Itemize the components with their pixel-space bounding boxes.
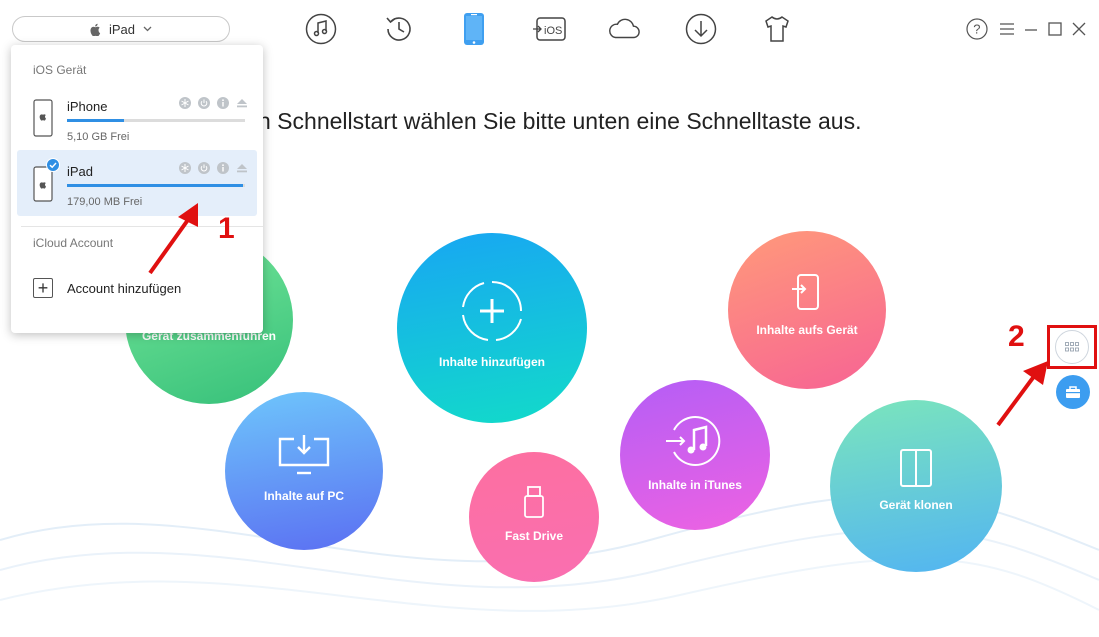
- toolkit-button[interactable]: [1056, 375, 1090, 409]
- content-to-itunes-label: Inhalte in iTunes: [648, 477, 742, 492]
- device-actions: [179, 162, 248, 174]
- device-selector-label: iPad: [108, 21, 136, 37]
- power-icon[interactable]: [198, 162, 210, 174]
- tshirt-icon[interactable]: [760, 12, 794, 46]
- fast-drive-label: Fast Drive: [504, 528, 564, 543]
- device-free-space: 5,10 GB Frei: [67, 131, 130, 143]
- ios-mover-icon[interactable]: iOS: [533, 12, 567, 46]
- help-icon[interactable]: ?: [966, 18, 988, 40]
- storage-bar: [67, 184, 245, 187]
- annotation-arrow-1: [148, 203, 198, 275]
- power-icon[interactable]: [198, 97, 210, 109]
- annotation-marker-2: 2: [1008, 320, 1025, 353]
- add-content-label: Inhalte hinzufügen: [439, 354, 545, 369]
- storage-bar-fill: [67, 184, 244, 187]
- music-icon[interactable]: [304, 12, 338, 46]
- annotation-arrow-2: [996, 361, 1048, 427]
- close-icon[interactable]: [1068, 18, 1090, 40]
- cloud-icon[interactable]: [607, 12, 641, 46]
- device-name: iPad: [67, 164, 94, 179]
- download-icon[interactable]: [684, 12, 718, 46]
- svg-text:?: ?: [973, 22, 980, 37]
- annotation-marker-1: 1: [218, 212, 235, 245]
- toolbox-icon: [1066, 386, 1080, 398]
- snowflake-icon[interactable]: [179, 97, 191, 109]
- eject-icon[interactable]: [236, 162, 248, 174]
- svg-text:iOS: iOS: [544, 25, 562, 37]
- menu-icon[interactable]: [996, 18, 1018, 40]
- add-content-button[interactable]: Inhalte hinzufügen: [397, 233, 587, 423]
- storage-bar-fill: [67, 119, 124, 122]
- content-to-device-button[interactable]: Inhalte aufs Gerät: [728, 231, 886, 389]
- snowflake-icon[interactable]: [179, 162, 191, 174]
- itunes-icon: [666, 415, 721, 466]
- content-to-itunes-button[interactable]: Inhalte in iTunes: [620, 380, 770, 530]
- computer-icon: [278, 434, 330, 474]
- plus-circle-icon: [462, 280, 522, 341]
- apple-icon: [90, 23, 101, 36]
- info-icon[interactable]: [217, 162, 229, 174]
- device-name: iPhone: [67, 99, 108, 114]
- maximize-icon[interactable]: [1044, 18, 1066, 40]
- add-account-button[interactable]: + Account hinzufügen: [33, 278, 181, 298]
- device-actions: [179, 97, 248, 109]
- page-headline: n Schnellstart wählen Sie bitte unten ei…: [258, 108, 862, 134]
- fast-drive-button[interactable]: Fast Drive: [469, 452, 599, 582]
- device-selector[interactable]: iPad: [12, 16, 230, 42]
- grid-icon: [1065, 342, 1079, 352]
- check-badge-icon: [46, 158, 60, 172]
- clone-device-button[interactable]: Gerät klonen: [830, 400, 1002, 572]
- usb-drive-icon: [524, 485, 544, 518]
- device-row-iphone[interactable]: iPhone 5,10 GB Frei: [17, 85, 257, 151]
- icloud-section-title: iCloud Account: [33, 236, 114, 250]
- device-dropdown-panel: iOS Gerät iPhone 5,10 GB Frei iPad 179,0…: [11, 45, 263, 333]
- content-to-pc-button[interactable]: Inhalte auf PC: [225, 392, 383, 550]
- plus-icon: +: [33, 278, 53, 298]
- tile-view-button[interactable]: [1055, 330, 1089, 364]
- clone-icon: [900, 448, 932, 487]
- history-icon[interactable]: [382, 12, 416, 46]
- device-row-ipad[interactable]: iPad 179,00 MB Frei: [17, 150, 257, 216]
- ios-section-title: iOS Gerät: [33, 63, 87, 77]
- content-to-device-label: Inhalte aufs Gerät: [756, 322, 858, 337]
- phone-icon: [33, 99, 53, 137]
- add-account-label: Account hinzufügen: [67, 280, 182, 296]
- minimize-icon[interactable]: [1020, 18, 1042, 40]
- to-device-icon: [792, 273, 819, 310]
- clone-device-label: Gerät klonen: [879, 497, 953, 512]
- content-to-pc-label: Inhalte auf PC: [263, 488, 344, 503]
- eject-icon[interactable]: [236, 97, 248, 109]
- storage-bar: [67, 119, 245, 122]
- device-free-space: 179,00 MB Frei: [67, 196, 143, 208]
- device-icon[interactable]: [457, 12, 491, 46]
- info-icon[interactable]: [217, 97, 229, 109]
- chevron-down-icon: [143, 26, 152, 32]
